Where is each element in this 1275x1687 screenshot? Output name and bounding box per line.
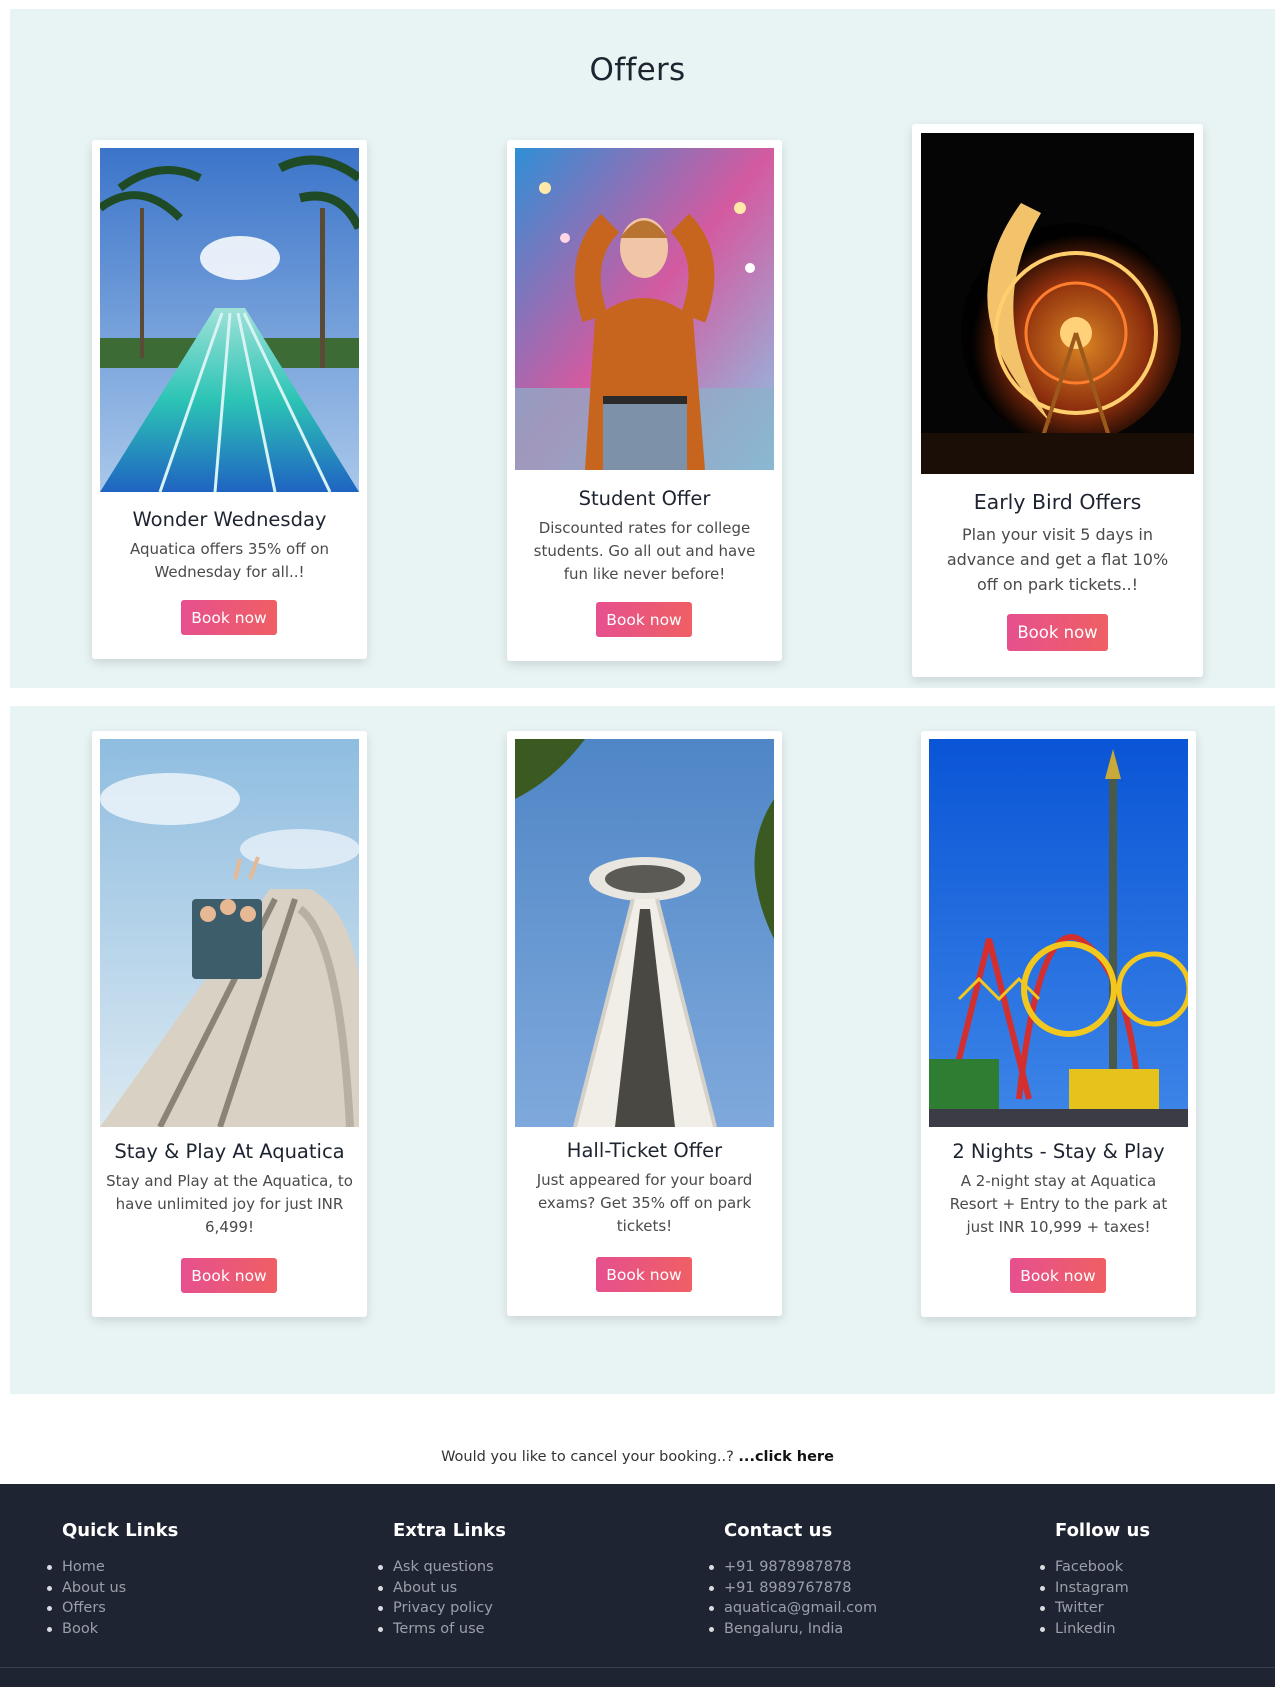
- footer-quick-links: Quick Links Home About us Offers Book: [46, 1520, 179, 1640]
- footer-link-offers[interactable]: Offers: [46, 1598, 178, 1619]
- student-carnival-photo: [515, 148, 774, 470]
- offer-card-stay-play: Stay & Play At Aquatica Stay and Play at…: [92, 731, 367, 1317]
- card-description: Aquatica offers 35% off on Wednesday for…: [129, 540, 330, 581]
- site-footer: Quick Links Home About us Offers Book Ex…: [0, 1484, 1275, 1687]
- book-now-button[interactable]: Book now: [596, 602, 692, 637]
- roller-coaster-photo: [100, 739, 359, 1127]
- footer-link-about[interactable]: About us: [46, 1578, 178, 1599]
- offer-card-student: Student Offer Discounted rates for colle…: [507, 140, 782, 661]
- footer-phone-2[interactable]: +91 8989767878: [708, 1578, 877, 1599]
- footer-heading: Quick Links: [62, 1520, 179, 1541]
- footer-link-twitter[interactable]: Twitter: [1039, 1598, 1150, 1619]
- offer-card-hall-ticket: Hall-Ticket Offer Just appeared for your…: [507, 731, 782, 1316]
- card-description: Discounted rates for college students. G…: [533, 519, 756, 583]
- space-needle-photo: [515, 739, 774, 1127]
- card-description: Plan your visit 5 days in advance and ge…: [946, 525, 1169, 594]
- offer-card-early-bird: Early Bird Offers Plan your visit 5 days…: [912, 124, 1203, 677]
- card-title: Hall-Ticket Offer: [566, 1139, 723, 1162]
- card-title: Wonder Wednesday: [132, 508, 327, 531]
- book-now-button[interactable]: Book now: [1010, 1258, 1106, 1293]
- footer-heading: Contact us: [724, 1520, 833, 1541]
- card-description: Stay and Play at the Aquatica, to have u…: [106, 1172, 353, 1236]
- ferris-wheel-night-photo: [921, 133, 1194, 474]
- amusement-rides-photo: [929, 739, 1188, 1127]
- footer-heading: Extra Links: [393, 1520, 506, 1541]
- footer-link-book[interactable]: Book: [46, 1619, 178, 1640]
- cancel-booking-line: Would you like to cancel your booking..?…: [0, 1449, 1275, 1465]
- book-now-button[interactable]: Book now: [596, 1257, 692, 1292]
- card-title: Stay & Play At Aquatica: [114, 1140, 345, 1163]
- footer-link-linkedin[interactable]: Linkedin: [1039, 1619, 1150, 1640]
- footer-follow-us: Follow us Facebook Instagram Twitter Lin…: [1039, 1520, 1151, 1640]
- footer-link-instagram[interactable]: Instagram: [1039, 1578, 1150, 1599]
- footer-link-terms[interactable]: Terms of use: [378, 1619, 506, 1640]
- footer-phone-1[interactable]: +91 9878987878: [708, 1557, 877, 1578]
- footer-link-home[interactable]: Home: [46, 1557, 178, 1578]
- footer-email[interactable]: aquatica@gmail.com: [708, 1598, 877, 1619]
- section-title: Offers: [589, 52, 686, 88]
- offer-card-wonder-wednesday: Wonder Wednesday Aquatica offers 35% off…: [92, 140, 367, 659]
- book-now-button[interactable]: Book now: [1007, 614, 1108, 651]
- footer-heading: Follow us: [1055, 1520, 1151, 1541]
- water-slide-photo: [100, 148, 359, 492]
- card-description: Just appeared for your board exams? Get …: [536, 1171, 753, 1235]
- cancel-booking-text: Would you like to cancel your booking..?: [441, 1449, 739, 1465]
- card-title: Early Bird Offers: [973, 490, 1142, 514]
- footer-divider: [0, 1667, 1275, 1668]
- book-now-button[interactable]: Book now: [181, 600, 277, 635]
- footer-extra-links: Extra Links Ask questions About us Priva…: [378, 1520, 506, 1640]
- card-title: 2 Nights - Stay & Play: [952, 1140, 1165, 1163]
- footer-contact: Contact us +91 9878987878 +91 8989767878…: [708, 1520, 877, 1640]
- card-title: Student Offer: [578, 487, 711, 510]
- footer-link-facebook[interactable]: Facebook: [1039, 1557, 1150, 1578]
- offer-card-two-nights: 2 Nights - Stay & Play A 2-night stay at…: [921, 731, 1196, 1317]
- book-now-button[interactable]: Book now: [181, 1258, 277, 1293]
- footer-location: Bengaluru, India: [708, 1619, 877, 1640]
- card-description: A 2-night stay at Aquatica Resort + Entr…: [949, 1172, 1168, 1236]
- cancel-booking-link[interactable]: ...click here: [738, 1449, 834, 1465]
- footer-link-about-us[interactable]: About us: [378, 1578, 506, 1599]
- footer-link-privacy[interactable]: Privacy policy: [378, 1598, 506, 1619]
- footer-link-ask-questions[interactable]: Ask questions: [378, 1557, 506, 1578]
